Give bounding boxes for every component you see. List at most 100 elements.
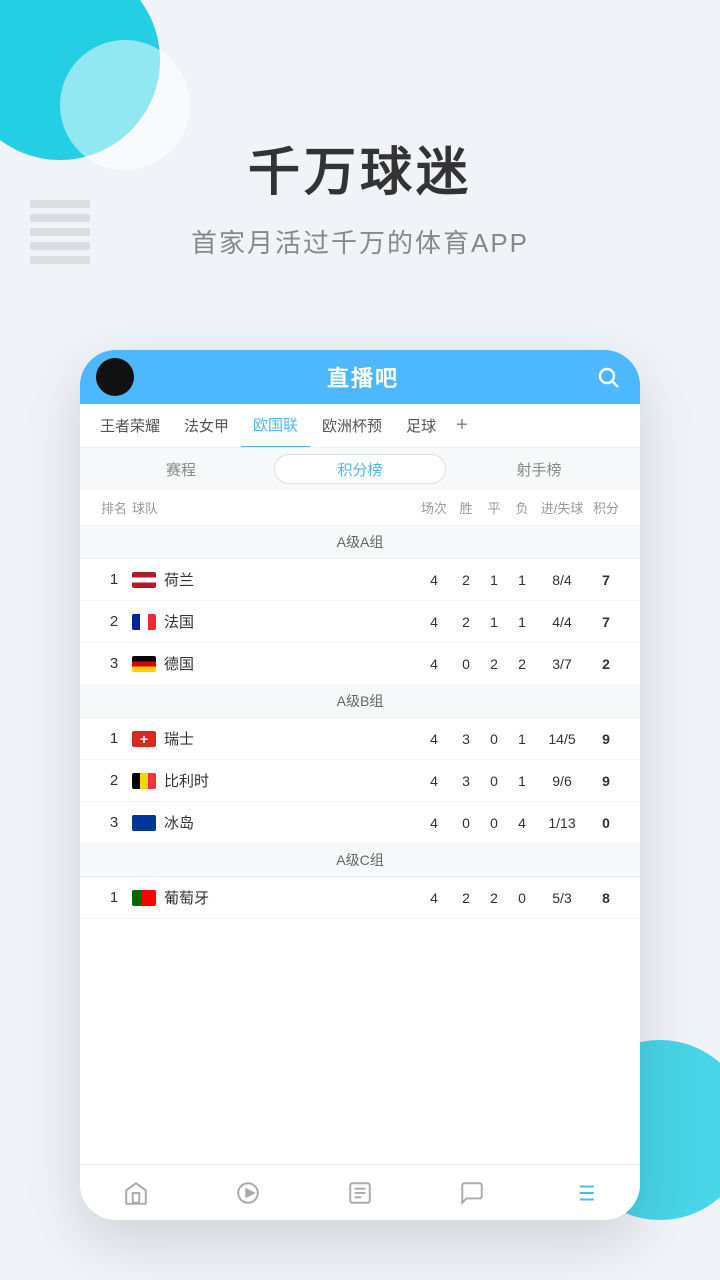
standings-table[interactable]: A级A组 1 荷兰 4 2 1 1 8/4 7 2 法国 4 2 xyxy=(80,526,640,1164)
header-gd: 进/失球 xyxy=(536,498,588,517)
gd: 8/4 xyxy=(536,572,588,588)
sub-title: 首家月活过千万的体育APP xyxy=(0,223,720,260)
rank: 2 xyxy=(96,613,132,630)
team-name: 冰岛 xyxy=(132,812,416,833)
list-icon xyxy=(571,1180,597,1206)
flag-is xyxy=(132,815,156,831)
draw: 0 xyxy=(480,773,508,789)
subtab-standings[interactable]: 积分榜 xyxy=(274,454,446,484)
table-row[interactable]: 2 法国 4 2 1 1 4/4 7 xyxy=(80,601,640,643)
win: 2 xyxy=(452,572,480,588)
table-row[interactable]: 1 瑞士 4 3 0 1 14/5 9 xyxy=(80,718,640,760)
app-logo[interactable] xyxy=(96,358,134,396)
group-header-b: A级B组 xyxy=(80,685,640,718)
draw: 0 xyxy=(480,815,508,831)
table-row[interactable]: 3 德国 4 0 2 2 3/7 2 xyxy=(80,643,640,685)
played: 4 xyxy=(416,890,452,906)
nav-home[interactable] xyxy=(80,1165,192,1220)
win: 3 xyxy=(452,773,480,789)
loss: 2 xyxy=(508,656,536,672)
flag-de xyxy=(132,656,156,672)
tab-ouguolian[interactable]: 欧国联 xyxy=(241,404,310,448)
table-row[interactable]: 1 葡萄牙 4 2 2 0 5/3 8 xyxy=(80,877,640,919)
nav-chat[interactable] xyxy=(416,1165,528,1220)
subtab-scorers[interactable]: 射手榜 xyxy=(454,454,624,484)
subtab-schedule[interactable]: 赛程 xyxy=(96,454,266,484)
tab-more[interactable]: + xyxy=(448,414,476,437)
flag-pt xyxy=(132,890,156,906)
played: 4 xyxy=(416,656,452,672)
header-rank: 排名 xyxy=(96,498,132,517)
win: 3 xyxy=(452,731,480,747)
nav-list[interactable] xyxy=(528,1165,640,1220)
hero-section: 千万球迷 首家月活过千万的体育APP xyxy=(0,130,720,260)
pts: 9 xyxy=(588,731,624,747)
pts: 7 xyxy=(588,614,624,630)
gd: 5/3 xyxy=(536,890,588,906)
app-header: 直播吧 xyxy=(80,350,640,404)
loss: 1 xyxy=(508,731,536,747)
header-pts: 积分 xyxy=(588,498,624,517)
team-name: 荷兰 xyxy=(132,569,416,590)
tab-wangzherongyao[interactable]: 王者荣耀 xyxy=(88,404,172,448)
phone-mockup: 无服务 29% 14:36 直播吧 xyxy=(80,350,640,1220)
bottom-nav xyxy=(80,1164,640,1220)
played: 4 xyxy=(416,614,452,630)
rank: 2 xyxy=(96,772,132,789)
win: 0 xyxy=(452,656,480,672)
header-win: 胜 xyxy=(452,498,480,517)
rank: 1 xyxy=(96,571,132,588)
flag-be xyxy=(132,773,156,789)
header-draw: 平 xyxy=(480,498,508,517)
pts: 0 xyxy=(588,815,624,831)
nav-play[interactable] xyxy=(192,1165,304,1220)
header-loss: 负 xyxy=(508,498,536,517)
gd: 14/5 xyxy=(536,731,588,747)
gd: 1/13 xyxy=(536,815,588,831)
team-name: 葡萄牙 xyxy=(132,887,416,908)
group-header-c: A级C组 xyxy=(80,844,640,877)
table-row[interactable]: 3 冰岛 4 0 0 4 1/13 0 xyxy=(80,802,640,844)
draw: 2 xyxy=(480,890,508,906)
table-row[interactable]: 1 荷兰 4 2 1 1 8/4 7 xyxy=(80,559,640,601)
tab-fanujia[interactable]: 法女甲 xyxy=(172,404,241,448)
group-header-a: A级A组 xyxy=(80,526,640,559)
loss: 4 xyxy=(508,815,536,831)
flag-nl xyxy=(132,572,156,588)
header-team: 球队 xyxy=(132,498,416,517)
win: 2 xyxy=(452,614,480,630)
home-icon xyxy=(123,1180,149,1206)
tab-zuqiu[interactable]: 足球 xyxy=(394,404,448,448)
chat-icon xyxy=(459,1180,485,1206)
play-icon xyxy=(235,1180,261,1206)
phone-content: 直播吧 王者荣耀 法女甲 欧国联 欧洲杯预 足球 + 赛程 积分榜 射手榜 xyxy=(80,350,640,1164)
pts: 7 xyxy=(588,572,624,588)
rank: 3 xyxy=(96,814,132,831)
gd: 9/6 xyxy=(536,773,588,789)
team-name: 法国 xyxy=(132,611,416,632)
team-name: 比利时 xyxy=(132,770,416,791)
gd: 3/7 xyxy=(536,656,588,672)
flag-fr xyxy=(132,614,156,630)
nav-news[interactable] xyxy=(304,1165,416,1220)
flag-ch xyxy=(132,731,156,747)
gd: 4/4 xyxy=(536,614,588,630)
draw: 0 xyxy=(480,731,508,747)
loss: 1 xyxy=(508,773,536,789)
played: 4 xyxy=(416,572,452,588)
tab-ouzhoupubei[interactable]: 欧洲杯预 xyxy=(310,404,394,448)
nav-tabs: 王者荣耀 法女甲 欧国联 欧洲杯预 足球 + xyxy=(80,404,640,448)
table-row[interactable]: 2 比利时 4 3 0 1 9/6 9 xyxy=(80,760,640,802)
draw: 2 xyxy=(480,656,508,672)
draw: 1 xyxy=(480,572,508,588)
search-icon xyxy=(596,365,620,389)
pts: 2 xyxy=(588,656,624,672)
rank: 1 xyxy=(96,730,132,747)
pts: 8 xyxy=(588,890,624,906)
loss: 0 xyxy=(508,890,536,906)
app-title: 直播吧 xyxy=(327,361,399,393)
rank: 1 xyxy=(96,889,132,906)
search-button[interactable] xyxy=(592,361,624,393)
main-title: 千万球迷 xyxy=(0,130,720,205)
played: 4 xyxy=(416,815,452,831)
